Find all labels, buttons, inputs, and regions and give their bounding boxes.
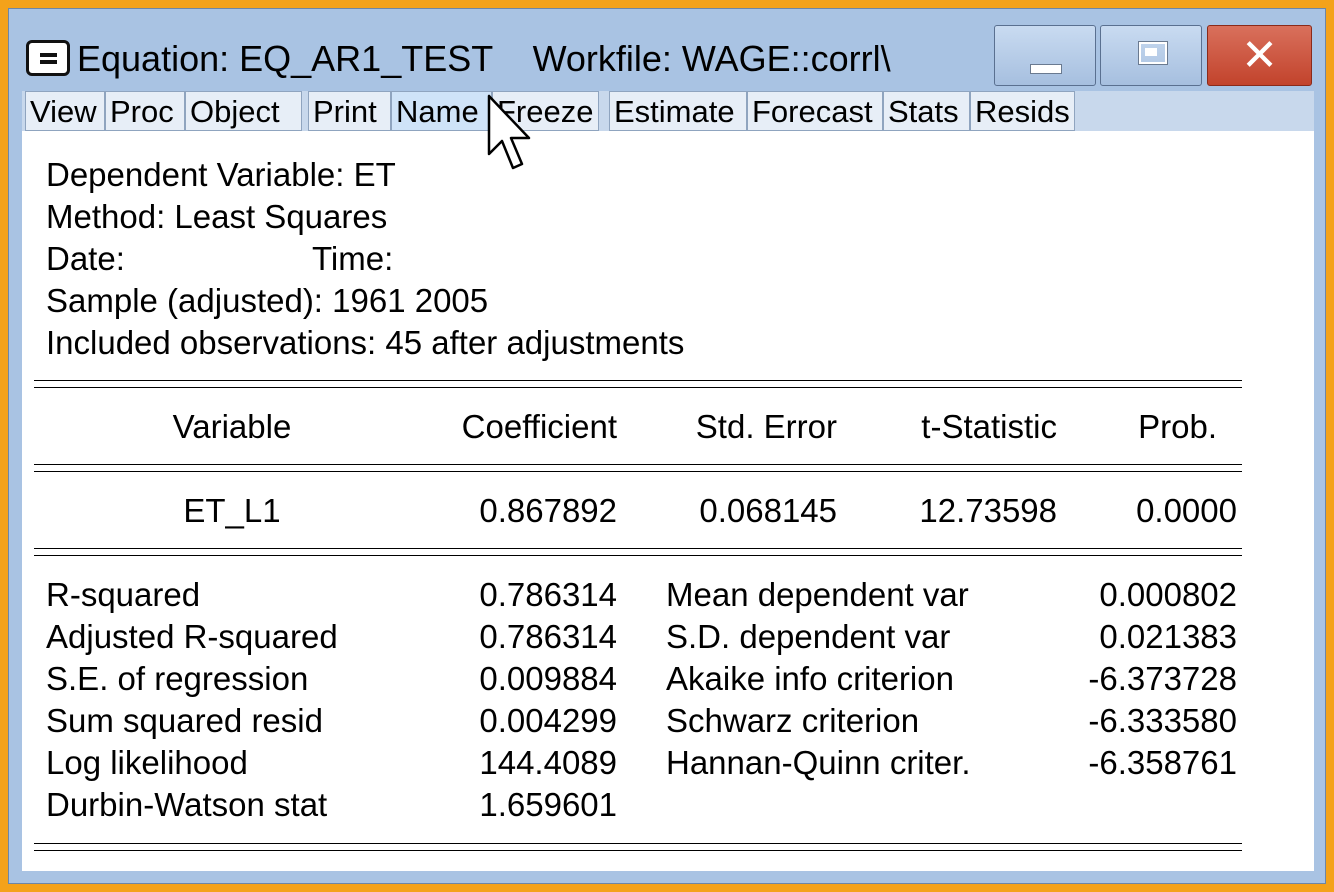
stat-value: 144.4089 xyxy=(479,744,617,781)
forecast-button[interactable]: Forecast xyxy=(747,91,883,131)
column-header-prob: Prob. xyxy=(1138,408,1217,445)
title-bar[interactable]: Equation: EQ_AR1_TEST Workfile: WAGE::co… xyxy=(9,9,1325,91)
stat-label: Adjusted R-squared xyxy=(46,618,338,655)
date-label: Date: xyxy=(46,240,125,277)
variable-name: ET_L1 xyxy=(183,492,281,529)
dependent-variable: Dependent Variable: ET xyxy=(46,156,396,193)
window-title: Equation: EQ_AR1_TEST Workfile: WAGE::co… xyxy=(77,38,891,79)
stat-value: -6.358761 xyxy=(1088,744,1237,781)
stat-label: Log likelihood xyxy=(46,744,248,781)
mouse-pointer-icon xyxy=(487,94,531,170)
stat-value: 0.021383 xyxy=(1099,618,1237,655)
divider xyxy=(34,548,1242,549)
included-observations: Included observations: 45 after adjustme… xyxy=(46,324,685,361)
column-header-std-error: Std. Error xyxy=(695,408,837,445)
stat-value: 1.659601 xyxy=(479,786,617,823)
stat-value: -6.373728 xyxy=(1088,660,1237,697)
estimate-button[interactable]: Estimate xyxy=(609,91,747,131)
stat-value: 0.009884 xyxy=(479,660,617,697)
maximize-icon xyxy=(1139,42,1167,64)
divider xyxy=(34,387,1242,388)
stat-value: 0.786314 xyxy=(479,618,617,655)
divider xyxy=(34,464,1242,465)
stats-button[interactable]: Stats xyxy=(883,91,970,131)
stat-value: 0.786314 xyxy=(479,576,617,613)
coefficient-value: 0.867892 xyxy=(479,492,617,529)
object-button[interactable]: Object xyxy=(185,91,302,131)
minimize-icon xyxy=(1030,64,1062,74)
sample: Sample (adjusted): 1961 2005 xyxy=(46,282,489,319)
minimize-button[interactable] xyxy=(994,25,1096,86)
window-menu-icon[interactable] xyxy=(26,40,70,76)
print-button[interactable]: Print xyxy=(308,91,391,131)
stat-label: Sum squared resid xyxy=(46,702,323,739)
stat-label: Mean dependent var xyxy=(666,576,969,613)
equation-window: Equation: EQ_AR1_TEST Workfile: WAGE::co… xyxy=(8,8,1326,884)
maximize-button[interactable] xyxy=(1100,25,1202,86)
stat-value: 0.000802 xyxy=(1099,576,1237,613)
stat-label: Schwarz criterion xyxy=(666,702,920,739)
stat-label: Durbin-Watson stat xyxy=(46,786,328,823)
divider xyxy=(34,843,1242,844)
stat-label: R-squared xyxy=(46,576,201,613)
resids-button[interactable]: Resids xyxy=(970,91,1075,131)
equation-toolbar: View Proc Object Print Name Freeze Estim… xyxy=(22,91,1314,131)
divider xyxy=(34,380,1242,381)
estimation-output: Dependent Variable: ET Method: Least Squ… xyxy=(22,131,1314,871)
proc-button[interactable]: Proc xyxy=(105,91,185,131)
stat-value: 0.004299 xyxy=(479,702,617,739)
method: Method: Least Squares xyxy=(46,198,388,235)
time-label: Time: xyxy=(312,240,394,277)
name-button[interactable]: Name xyxy=(391,91,492,131)
divider xyxy=(34,850,1242,851)
stat-label: Akaike info criterion xyxy=(666,660,954,697)
prob-value: 0.0000 xyxy=(1136,492,1237,529)
stat-value: -6.333580 xyxy=(1088,702,1237,739)
divider xyxy=(34,471,1242,472)
close-icon: ✕ xyxy=(1241,31,1278,80)
divider xyxy=(34,555,1242,556)
column-header-coefficient: Coefficient xyxy=(461,408,617,445)
stat-label: S.D. dependent var xyxy=(666,618,951,655)
t-statistic-value: 12.73598 xyxy=(919,492,1057,529)
stat-label: Hannan-Quinn criter. xyxy=(666,744,971,781)
close-button[interactable]: ✕ xyxy=(1207,25,1312,86)
column-header-variable: Variable xyxy=(172,408,292,445)
view-button[interactable]: View xyxy=(25,91,105,131)
stat-label: S.E. of regression xyxy=(46,660,309,697)
std-error-value: 0.068145 xyxy=(699,492,837,529)
